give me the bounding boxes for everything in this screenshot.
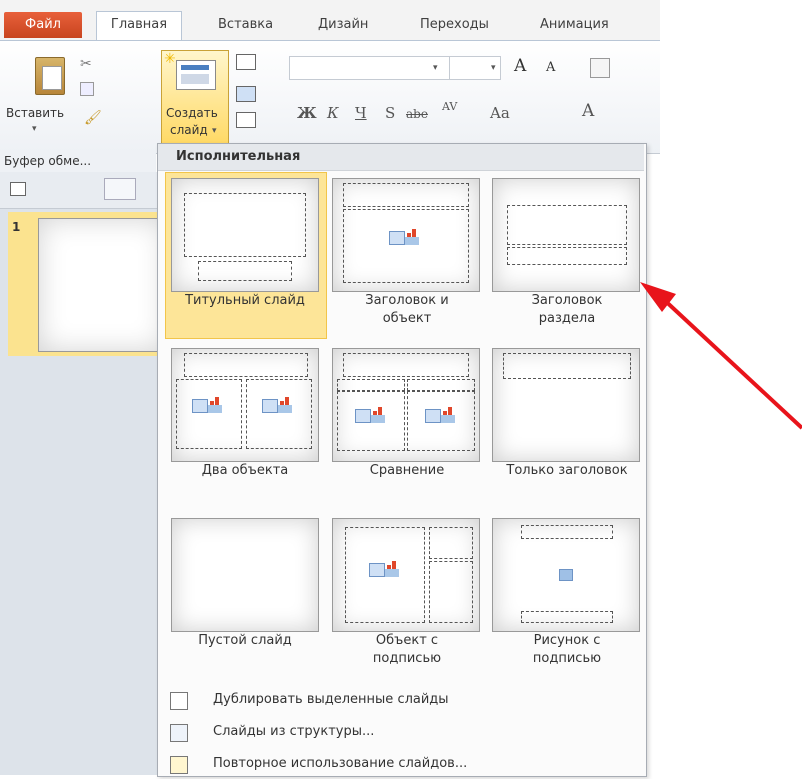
slides-tab-icon[interactable] xyxy=(10,182,26,196)
content-icon xyxy=(389,227,419,247)
ribbon-tab-bar: Файл Главная Вставка Дизайн Переходы Ани… xyxy=(0,0,660,40)
placeholder xyxy=(343,353,469,377)
content-icon xyxy=(369,559,399,579)
tab-transitions[interactable]: Переходы xyxy=(420,12,489,40)
font-size-dropdown-icon[interactable]: ▾ xyxy=(491,63,496,73)
sparkle-icon: ✳ xyxy=(164,51,176,67)
layout-caption: Сравнение xyxy=(369,463,445,478)
reset-icon[interactable] xyxy=(236,86,256,102)
placeholder xyxy=(521,611,613,623)
layout-caption: Рисунок с подписью xyxy=(532,633,602,666)
content-icon xyxy=(262,395,292,415)
layout-icon[interactable] xyxy=(236,54,256,70)
placeholder xyxy=(521,525,613,539)
placeholder xyxy=(407,379,475,391)
layout-caption: Только заголовок xyxy=(506,463,628,478)
picture-icon xyxy=(559,569,573,581)
bold-button[interactable]: Ж xyxy=(297,104,317,122)
clear-format-icon[interactable] xyxy=(590,58,610,78)
placeholder xyxy=(198,261,292,281)
char-spacing-button[interactable]: AV xyxy=(442,100,457,113)
content-icon xyxy=(192,395,222,415)
placeholder xyxy=(184,353,308,377)
placeholder xyxy=(507,205,627,245)
tab-design[interactable]: Дизайн xyxy=(318,12,368,40)
font-name-input[interactable] xyxy=(289,56,451,80)
placeholder xyxy=(184,193,306,257)
layout-thumb-title xyxy=(171,178,319,292)
grow-font-button[interactable]: A xyxy=(514,56,526,76)
duplicate-slides-icon xyxy=(170,692,188,710)
placeholder xyxy=(343,183,469,207)
menu-duplicate-label: Дублировать выделенные слайды xyxy=(213,692,449,707)
clipboard-group-label: Буфер обме... xyxy=(4,154,92,168)
format-painter-icon[interactable]: 🖌 xyxy=(84,110,102,126)
paste-label: Вставить xyxy=(6,106,65,120)
tab-insert[interactable]: Вставка xyxy=(218,12,273,40)
layout-thumb-picture-caption xyxy=(492,518,640,632)
content-icon xyxy=(355,405,385,425)
shadow-button[interactable]: S xyxy=(385,104,395,122)
layout-thumb-title-only xyxy=(492,348,640,462)
layout-thumb-section xyxy=(492,178,640,292)
layout-caption: Заголовок и объект xyxy=(365,293,449,326)
layout-thumb-comparison xyxy=(332,348,480,462)
slide-thumbnail[interactable] xyxy=(38,218,166,352)
cut-icon[interactable]: ✂ xyxy=(80,56,96,72)
content-icon xyxy=(425,405,455,425)
slide-pane-tabs xyxy=(0,172,163,209)
font-color-button[interactable]: A xyxy=(582,101,594,121)
new-slide-label-1: Создать xyxy=(166,106,218,120)
new-slide-dropdown-icon: ▾ xyxy=(212,126,217,136)
paste-dropdown-icon[interactable]: ▾ xyxy=(32,124,37,134)
font-name-dropdown-icon[interactable]: ▾ xyxy=(433,63,438,73)
layout-caption: Объект с подписью xyxy=(372,633,442,666)
placeholder xyxy=(337,379,405,391)
layout-caption: Два объекта xyxy=(201,463,289,478)
italic-button[interactable]: К xyxy=(327,104,339,122)
strikethrough-button[interactable]: abe xyxy=(406,107,428,121)
tab-file[interactable]: Файл xyxy=(4,12,82,38)
slide-number: 1 xyxy=(12,220,21,234)
layout-thumb-two-content xyxy=(171,348,319,462)
new-slide-label-2: слайд xyxy=(170,123,208,137)
underline-button[interactable]: Ч xyxy=(355,104,367,122)
menu-reuse-label: Повторное использование слайдов... xyxy=(213,756,468,771)
new-slide-icon xyxy=(176,60,216,90)
layout-thumb-blank xyxy=(171,518,319,632)
section-icon[interactable] xyxy=(236,112,256,128)
layout-thumb-title-content xyxy=(332,178,480,292)
outline-slides-icon xyxy=(170,724,188,742)
layout-thumb-content-caption xyxy=(332,518,480,632)
menu-outline-label: Слайды из структуры... xyxy=(213,724,375,739)
tab-animations[interactable]: Анимация xyxy=(540,12,609,40)
copy-icon[interactable] xyxy=(80,82,94,96)
placeholder xyxy=(429,527,473,559)
layout-caption: Пустой слайд xyxy=(198,633,292,648)
paste-icon xyxy=(35,57,65,95)
theme-name: Исполнительная xyxy=(176,149,301,164)
placeholder xyxy=(503,353,631,379)
shrink-font-button[interactable]: A xyxy=(546,60,555,75)
placeholder xyxy=(429,561,473,623)
reuse-slides-icon xyxy=(170,756,188,774)
tab-home[interactable]: Главная xyxy=(96,11,182,40)
change-case-button[interactable]: Aa xyxy=(490,104,510,122)
layout-caption: Титульный слайд xyxy=(185,293,305,308)
layout-caption: Заголовок раздела xyxy=(531,293,603,326)
placeholder xyxy=(507,247,627,265)
outline-tab-icon[interactable] xyxy=(104,178,136,200)
